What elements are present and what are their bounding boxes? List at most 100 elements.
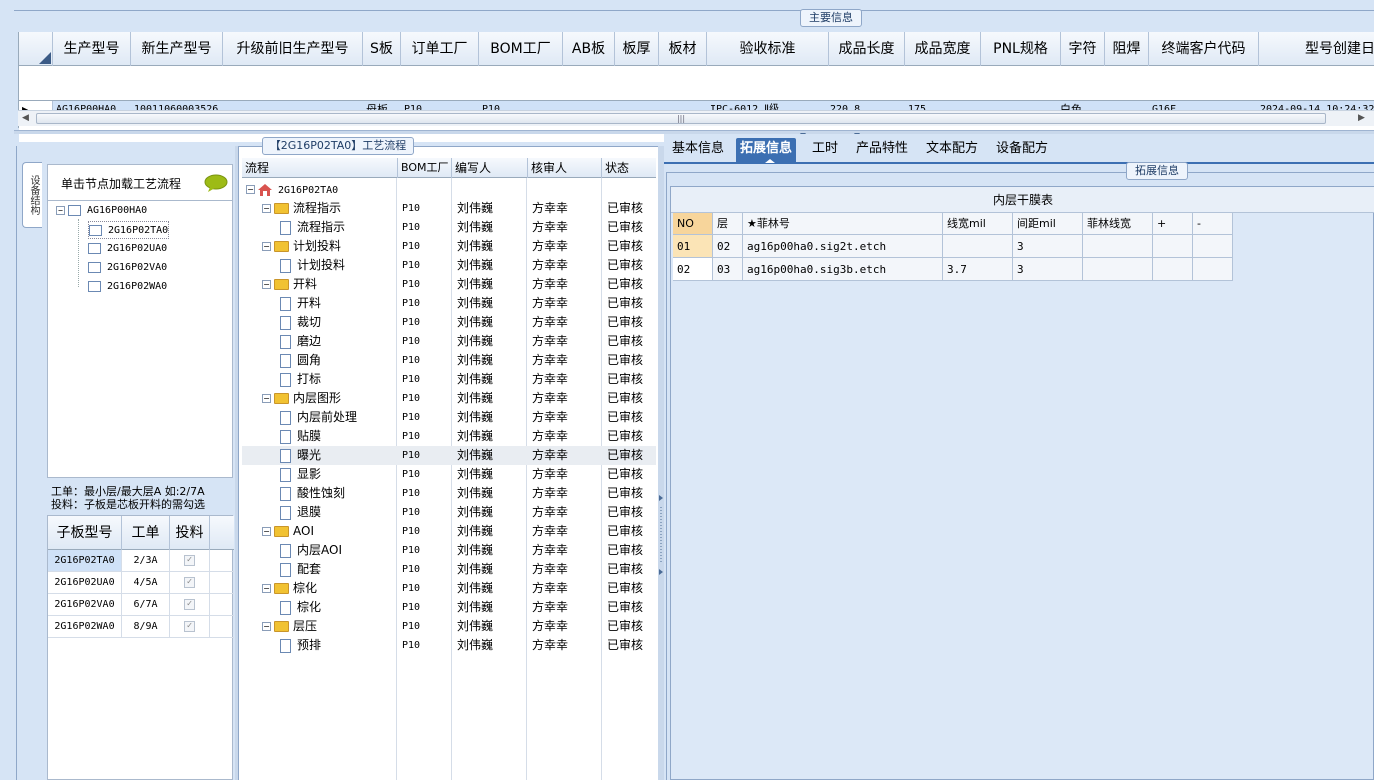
- collapse-icon[interactable]: −: [56, 205, 65, 215]
- tree-node-2g16p02wa0[interactable]: 2G16P02WA0: [88, 278, 167, 296]
- col-sub-model[interactable]: 子板型号: [48, 516, 122, 550]
- process-row[interactable]: 预排 P10 刘伟巍 方幸幸 已审核: [242, 636, 656, 655]
- col-model[interactable]: 生产型号: [53, 32, 131, 66]
- sub-row[interactable]: 2G16P02WA0 8/9A ✓: [48, 616, 234, 638]
- col-order-factory[interactable]: 订单工厂: [401, 32, 479, 66]
- scroll-right-icon[interactable]: ▶: [1358, 113, 1365, 123]
- cell-minus[interactable]: [1193, 235, 1233, 258]
- collapse-icon[interactable]: −: [262, 242, 271, 251]
- process-row[interactable]: 流程指示 P10 刘伟巍 方幸幸 已审核: [242, 218, 656, 237]
- cell-layer[interactable]: 02: [713, 235, 743, 258]
- sub-cell-feed[interactable]: ✓: [170, 616, 210, 637]
- sub-row[interactable]: 2G16P02VA0 6/7A ✓: [48, 594, 234, 616]
- cell-film-line-width[interactable]: [1083, 235, 1153, 258]
- col-standard[interactable]: 验收标准: [707, 32, 829, 66]
- process-row[interactable]: 开料 P10 刘伟巍 方幸幸 已审核: [242, 294, 656, 313]
- sub-cell-model[interactable]: 2G16P02UA0: [48, 572, 122, 593]
- process-row[interactable]: 贴膜 P10 刘伟巍 方幸幸 已审核: [242, 427, 656, 446]
- cell-no[interactable]: 02: [673, 258, 713, 281]
- col-reviewer[interactable]: 核审人: [528, 158, 602, 178]
- col-layer[interactable]: 层: [713, 213, 743, 235]
- process-row[interactable]: 内层前处理 P10 刘伟巍 方幸幸 已审核: [242, 408, 656, 427]
- scroll-left-icon[interactable]: ◀: [22, 113, 29, 123]
- col-solder-mask[interactable]: 阻焊: [1105, 32, 1149, 66]
- col-pnl[interactable]: PNL规格: [981, 32, 1061, 66]
- sub-row[interactable]: 2G16P02TA0 2/3A ✓: [48, 550, 234, 572]
- col-order[interactable]: 工单: [122, 516, 170, 550]
- process-row[interactable]: 裁切 P10 刘伟巍 方幸幸 已审核: [242, 313, 656, 332]
- collapse-icon[interactable]: −: [262, 394, 271, 403]
- col-bom-factory[interactable]: BOM工厂: [479, 32, 563, 66]
- sub-cell-model[interactable]: 2G16P02TA0: [48, 550, 122, 571]
- process-row[interactable]: 显影 P10 刘伟巍 方幸幸 已审核: [242, 465, 656, 484]
- tab-work-hours[interactable]: 工时: [808, 138, 842, 162]
- sub-cell-feed[interactable]: ✓: [170, 594, 210, 615]
- col-length[interactable]: 成品长度: [829, 32, 905, 66]
- col-old-model[interactable]: 升级前旧生产型号: [223, 32, 363, 66]
- col-char[interactable]: 字符: [1061, 32, 1105, 66]
- tab-product-features[interactable]: 产品特性: [852, 138, 912, 162]
- collapse-icon[interactable]: −: [262, 622, 271, 631]
- col-status[interactable]: 状态: [602, 158, 656, 178]
- sub-cell-model[interactable]: 2G16P02VA0: [48, 594, 122, 615]
- process-row[interactable]: − 棕化 P10 刘伟巍 方幸幸 已审核: [242, 579, 656, 598]
- tree-node-2g16p02ua0[interactable]: 2G16P02UA0: [88, 240, 167, 258]
- process-row[interactable]: − 计划投料 P10 刘伟巍 方幸幸 已审核: [242, 237, 656, 256]
- process-root-row[interactable]: − 2G16P02TA0: [242, 180, 656, 199]
- col-bom[interactable]: BOM工厂: [398, 158, 452, 178]
- col-film-line-width[interactable]: 菲林线宽: [1083, 213, 1153, 235]
- sub-cell-order[interactable]: 6/7A: [122, 594, 170, 615]
- splitter-grip-icon[interactable]: [659, 495, 663, 575]
- cell-line-width[interactable]: [943, 235, 1013, 258]
- collapse-icon[interactable]: −: [262, 527, 271, 536]
- process-row[interactable]: − AOI P10 刘伟巍 方幸幸 已审核: [242, 522, 656, 541]
- feed-checkbox[interactable]: ✓: [184, 576, 195, 588]
- col-film-no[interactable]: ★菲林号: [743, 213, 943, 235]
- process-row[interactable]: 内层AOI P10 刘伟巍 方幸幸 已审核: [242, 541, 656, 560]
- process-row[interactable]: 计划投料 P10 刘伟巍 方幸幸 已审核: [242, 256, 656, 275]
- sub-board-grid[interactable]: 子板型号 工单 投料 2G16P02TA0 2/3A ✓ 2G16P02UA0 …: [47, 515, 234, 780]
- process-row[interactable]: − 流程指示 P10 刘伟巍 方幸幸 已审核: [242, 199, 656, 218]
- inner-dry-film-table[interactable]: 内层干膜表 NO 层 ★菲林号 线宽mil 间距mil 菲林线宽 + - 01 …: [670, 186, 1374, 780]
- tree-node-2g16p02ta0[interactable]: 2G16P02TA0: [88, 221, 170, 239]
- process-row[interactable]: − 内层图形 P10 刘伟巍 方幸幸 已审核: [242, 389, 656, 408]
- process-row[interactable]: 打标 P10 刘伟巍 方幸幸 已审核: [242, 370, 656, 389]
- collapse-icon[interactable]: −: [262, 204, 271, 213]
- row-selector-header[interactable]: [19, 32, 53, 66]
- cell-film-no[interactable]: ag16p00ha0.sig3b.etch: [743, 258, 943, 281]
- process-row[interactable]: 退膜 P10 刘伟巍 方幸幸 已审核: [242, 503, 656, 522]
- model-tree[interactable]: − AG16P00HA0 2G16P02TA0 2G16P02UA0 2G16P0…: [47, 200, 233, 478]
- hscroll-thumb[interactable]: |||: [36, 113, 1326, 124]
- cell-film-line-width[interactable]: [1083, 258, 1153, 281]
- speech-bubble-icon[interactable]: [204, 174, 228, 192]
- feed-checkbox[interactable]: ✓: [184, 620, 195, 632]
- cell-minus[interactable]: [1193, 258, 1233, 281]
- sub-cell-order[interactable]: 2/3A: [122, 550, 170, 571]
- col-writer[interactable]: 编写人: [452, 158, 528, 178]
- sub-row[interactable]: 2G16P02UA0 4/5A ✓: [48, 572, 234, 594]
- feed-checkbox[interactable]: ✓: [184, 554, 195, 566]
- process-row[interactable]: − 层压 P10 刘伟巍 方幸幸 已审核: [242, 617, 656, 636]
- col-no[interactable]: NO: [673, 213, 713, 235]
- process-row[interactable]: 棕化 P10 刘伟巍 方幸幸 已审核: [242, 598, 656, 617]
- cell-no[interactable]: 01: [673, 235, 713, 258]
- col-created[interactable]: 型号创建日: [1259, 32, 1374, 66]
- col-new-model[interactable]: 新生产型号: [131, 32, 223, 66]
- cell-film-no[interactable]: ag16p00ha0.sig2t.etch: [743, 235, 943, 258]
- collapse-icon[interactable]: −: [246, 185, 255, 194]
- process-row[interactable]: 圆角 P10 刘伟巍 方幸幸 已审核: [242, 351, 656, 370]
- process-row[interactable]: 曝光 P10 刘伟巍 方幸幸 已审核: [242, 446, 656, 465]
- process-row[interactable]: 磨边 P10 刘伟巍 方幸幸 已审核: [242, 332, 656, 351]
- process-row[interactable]: − 开料 P10 刘伟巍 方幸幸 已审核: [242, 275, 656, 294]
- cell-layer[interactable]: 03: [713, 258, 743, 281]
- feed-checkbox[interactable]: ✓: [184, 598, 195, 610]
- tab-device-recipe[interactable]: 设备配方: [992, 138, 1052, 162]
- tab-text-recipe[interactable]: 文本配方: [922, 138, 982, 162]
- process-row[interactable]: 配套 P10 刘伟巍 方幸幸 已审核: [242, 560, 656, 579]
- col-client-code[interactable]: 终端客户代码: [1149, 32, 1259, 66]
- tab-basic-info[interactable]: 基本信息: [668, 138, 728, 162]
- sub-cell-model[interactable]: 2G16P02WA0: [48, 616, 122, 637]
- cell-plus[interactable]: [1153, 235, 1193, 258]
- cell-spacing[interactable]: 3: [1013, 258, 1083, 281]
- sub-cell-order[interactable]: 4/5A: [122, 572, 170, 593]
